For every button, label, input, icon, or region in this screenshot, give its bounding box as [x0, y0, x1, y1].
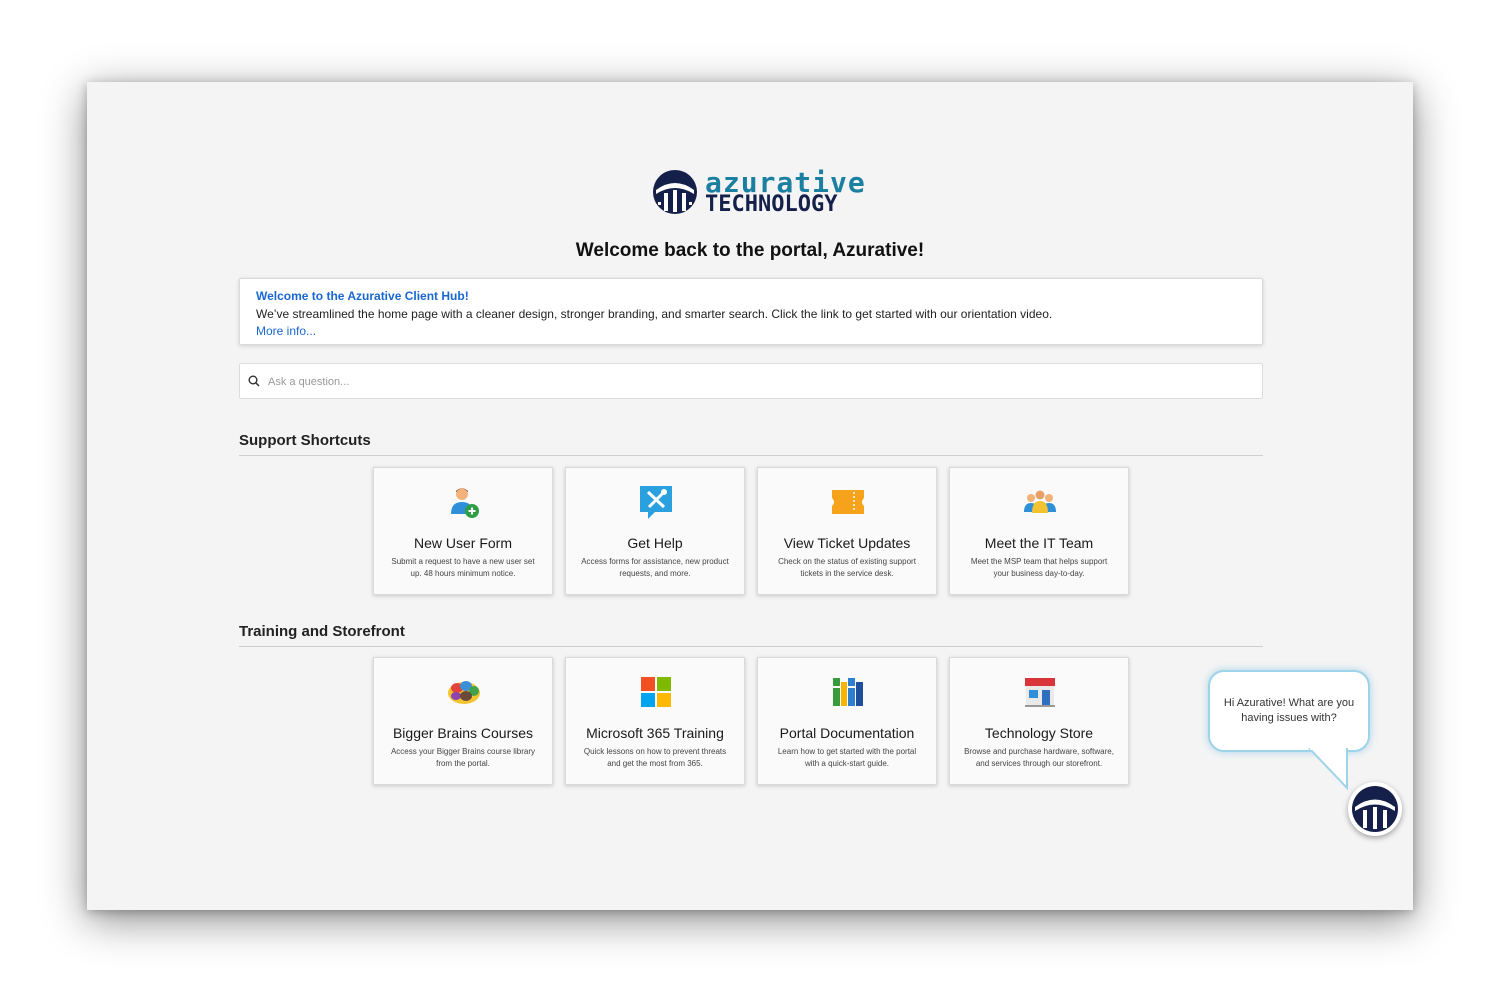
- tile-bigger-brains-courses[interactable]: Bigger Brains Courses Access your Bigger…: [373, 657, 553, 785]
- portal-window: azurative TECHNOLOGY Welcome back to the…: [87, 82, 1413, 910]
- tile-description: Browse and purchase hardware, software, …: [964, 747, 1114, 768]
- announcement-banner: Welcome to the Azurative Client Hub! We’…: [239, 278, 1263, 345]
- page-title: Welcome back to the portal, Azurative!: [575, 240, 925, 261]
- section-title-support-shortcuts: Support Shortcuts: [239, 432, 371, 449]
- books-icon: [833, 678, 863, 706]
- tile-title: Get Help: [627, 535, 683, 551]
- tile-title: Meet the IT Team: [984, 535, 1094, 551]
- tile-get-help[interactable]: Get Help Access forms for assistance, ne…: [565, 467, 745, 595]
- microsoft-logo-icon: [641, 677, 671, 707]
- banner-title: Welcome to the Azurative Client Hub!: [256, 289, 469, 303]
- chat-bubble: Hi Azurative! What are you having issues…: [1208, 670, 1370, 752]
- team-icon: [1024, 490, 1056, 513]
- brain-icon: [448, 681, 480, 704]
- chat-bubble-tail: [1308, 748, 1348, 791]
- section-divider: [239, 455, 1263, 456]
- tile-microsoft-365-training[interactable]: Microsoft 365 Training Quick lessons on …: [565, 657, 745, 785]
- search-input[interactable]: [266, 364, 1250, 400]
- more-info-link[interactable]: More info...: [256, 323, 1246, 339]
- tile-title: View Ticket Updates: [783, 535, 911, 551]
- tile-description: Check on the status of existing support …: [778, 557, 916, 578]
- store-icon: [1025, 678, 1055, 707]
- tile-description: Access your Bigger Brains course library…: [390, 747, 536, 768]
- section-divider: [239, 646, 1263, 647]
- tile-title: Technology Store: [984, 725, 1094, 741]
- tile-technology-store[interactable]: Technology Store Browse and purchase har…: [949, 657, 1129, 785]
- tile-title: Portal Documentation: [779, 725, 915, 741]
- chat-message: Hi Azurative! What are you having issues…: [1223, 697, 1355, 724]
- azurative-logo-icon: [1352, 786, 1398, 832]
- search-icon: [248, 375, 260, 387]
- add-user-icon: [451, 488, 479, 518]
- tile-description: Meet the MSP team that helps support you…: [970, 557, 1108, 578]
- ticket-icon: [832, 490, 864, 514]
- tile-title: Microsoft 365 Training: [586, 725, 724, 741]
- tile-portal-documentation[interactable]: Portal Documentation Learn how to get st…: [757, 657, 937, 785]
- help-tools-icon: [640, 486, 672, 519]
- tile-view-ticket-updates[interactable]: View Ticket Updates Check on the status …: [757, 467, 937, 595]
- tile-description: Submit a request to have a new user set …: [391, 557, 535, 578]
- banner-body: We’ve streamlined the home page with a c…: [256, 307, 1053, 321]
- tile-title: Bigger Brains Courses: [392, 725, 534, 741]
- chat-assistant-button[interactable]: [1348, 782, 1402, 836]
- tile-meet-the-it-team[interactable]: Meet the IT Team Meet the MSP team that …: [949, 467, 1129, 595]
- tile-description: Learn how to get started with the portal…: [777, 747, 917, 768]
- brand-logo[interactable]: azurative TECHNOLOGY: [650, 166, 865, 220]
- section-title-training-and-storefront: Training and Storefront: [239, 623, 405, 640]
- brand-name-line2: TECHNOLOGY: [705, 192, 838, 217]
- tile-title: New User Form: [413, 535, 512, 551]
- tile-new-user-form[interactable]: New User Form Submit a request to have a…: [373, 467, 553, 595]
- tile-description: Quick lessons on how to prevent threats …: [583, 747, 727, 768]
- tile-description: Access forms for assistance, new product…: [581, 557, 729, 578]
- search-box[interactable]: [239, 363, 1263, 400]
- azurative-logo-icon: [653, 170, 697, 214]
